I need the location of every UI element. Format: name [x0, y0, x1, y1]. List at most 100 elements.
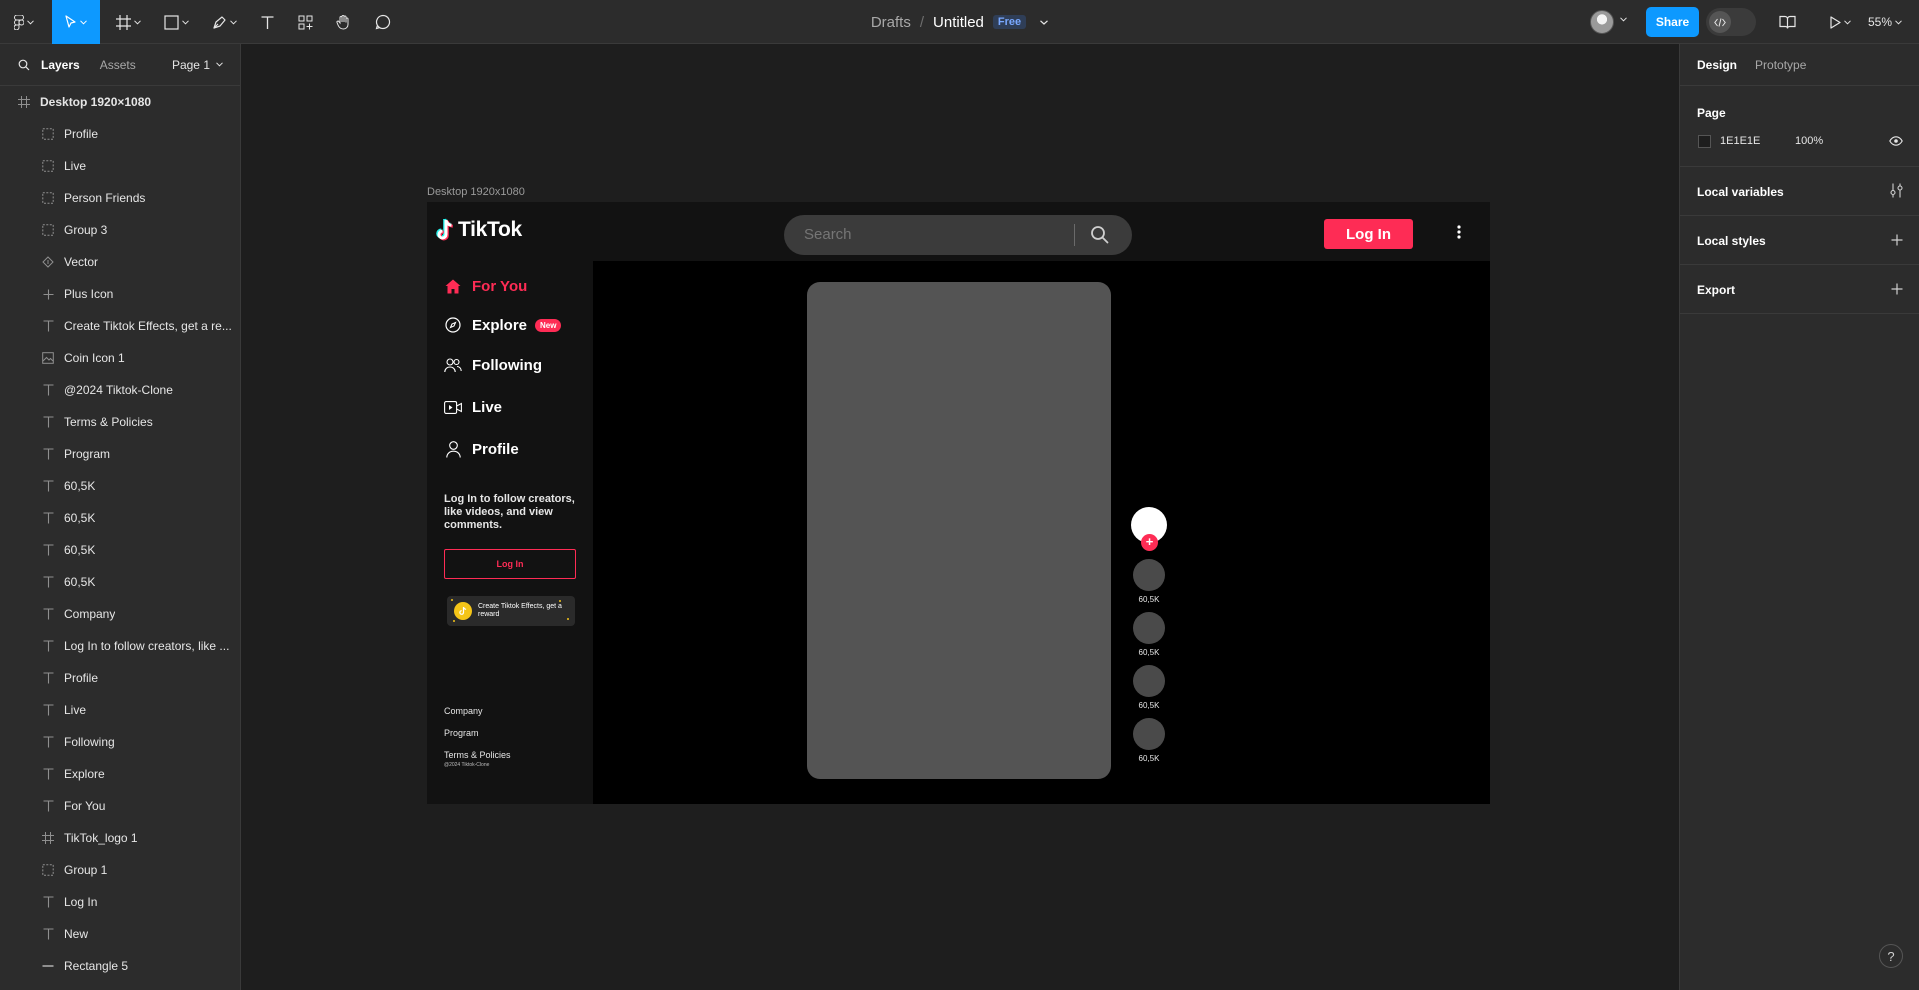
- tiktok-search-input[interactable]: [804, 226, 1064, 243]
- move-tool-button[interactable]: [52, 0, 100, 44]
- layer-row[interactable]: Explore: [0, 758, 240, 790]
- footer-link-company[interactable]: Company: [444, 706, 483, 716]
- text-tool-button[interactable]: [252, 0, 282, 44]
- page-opacity[interactable]: 100%: [1795, 135, 1823, 147]
- nav-live[interactable]: Live: [443, 392, 502, 422]
- page-section: Page 1E1E1E 100%: [1680, 86, 1919, 167]
- layer-row[interactable]: TikTok_logo 1: [0, 822, 240, 854]
- layer-row[interactable]: Rectangle 5: [0, 950, 240, 982]
- action-button-share[interactable]: [1133, 718, 1165, 750]
- tab-prototype[interactable]: Prototype: [1755, 58, 1806, 72]
- dev-mode-toggle[interactable]: [1706, 8, 1756, 36]
- footer-link-program[interactable]: Program: [444, 728, 479, 738]
- layer-row[interactable]: Group 3: [0, 214, 240, 246]
- frame-label[interactable]: Desktop 1920x1080: [427, 186, 525, 198]
- tab-assets[interactable]: Assets: [100, 58, 136, 72]
- variables-settings-icon[interactable]: [1890, 183, 1903, 198]
- sparkle-icon: [559, 600, 561, 602]
- layer-row[interactable]: Person Friends: [0, 182, 240, 214]
- layer-row[interactable]: Profile: [0, 662, 240, 694]
- layer-row[interactable]: Plus Icon: [0, 278, 240, 310]
- layer-row[interactable]: 60,5K: [0, 470, 240, 502]
- nav-explore[interactable]: Explore New: [443, 310, 562, 340]
- chevron-down-icon[interactable]: [1620, 17, 1627, 22]
- chevron-down-icon[interactable]: [1040, 19, 1049, 25]
- comment-tool-button[interactable]: [368, 0, 398, 44]
- desktop-frame[interactable]: TikTok Log In For You Explore New: [427, 202, 1490, 804]
- resources-tool-button[interactable]: [290, 0, 320, 44]
- hand-tool-button[interactable]: [328, 0, 358, 44]
- chevron-down-icon[interactable]: [216, 62, 223, 67]
- plan-badge[interactable]: Free: [992, 15, 1027, 29]
- layer-name: Following: [64, 735, 115, 749]
- layer-row[interactable]: Create Tiktok Effects, get a re...: [0, 310, 240, 342]
- layer-row[interactable]: Live: [0, 694, 240, 726]
- nav-following[interactable]: Following: [443, 350, 542, 380]
- layer-row[interactable]: Log In: [0, 886, 240, 918]
- layer-row[interactable]: 60,5K: [0, 502, 240, 534]
- tiktok-logo[interactable]: TikTok: [435, 218, 522, 242]
- search-icon[interactable]: [1090, 225, 1109, 244]
- eye-icon[interactable]: [1889, 136, 1903, 146]
- add-style-plus-icon[interactable]: [1891, 234, 1903, 246]
- page-color-hex[interactable]: 1E1E1E: [1720, 135, 1760, 147]
- search-icon[interactable]: [18, 59, 30, 71]
- main-menu-button[interactable]: [6, 0, 42, 44]
- follow-plus-button[interactable]: +: [1141, 534, 1158, 551]
- layer-name: Terms & Policies: [64, 415, 153, 429]
- layer-row[interactable]: Following: [0, 726, 240, 758]
- layer-name: 60,5K: [64, 575, 96, 589]
- page-selector[interactable]: Page 1: [172, 58, 210, 72]
- export-heading: Export: [1697, 283, 1736, 297]
- layer-row[interactable]: Profile: [0, 118, 240, 150]
- help-button[interactable]: ?: [1879, 944, 1903, 968]
- breadcrumb-drafts[interactable]: Drafts: [871, 14, 911, 31]
- layer-row[interactable]: Company: [0, 598, 240, 630]
- layer-row[interactable]: Terms & Policies: [0, 406, 240, 438]
- compass-icon: [445, 317, 461, 333]
- person-icon: [445, 440, 461, 458]
- action-button-comment[interactable]: [1133, 612, 1165, 644]
- text-icon: [41, 895, 55, 909]
- tiktok-search-bar: [784, 215, 1132, 255]
- layer-row[interactable]: 60,5K: [0, 566, 240, 598]
- action-button-save[interactable]: [1133, 665, 1165, 697]
- action-button-like[interactable]: [1133, 559, 1165, 591]
- layer-row[interactable]: Desktop 1920×1080: [0, 86, 240, 118]
- page-color-swatch[interactable]: [1698, 135, 1711, 148]
- layer-row[interactable]: Group 1: [0, 854, 240, 886]
- file-title[interactable]: Untitled: [933, 14, 984, 31]
- video-placeholder[interactable]: [807, 282, 1111, 779]
- share-button[interactable]: Share: [1646, 7, 1699, 37]
- avatar[interactable]: [1590, 10, 1614, 34]
- shape-tool-button[interactable]: [156, 0, 196, 44]
- tiktok-login-button[interactable]: Log In: [1324, 219, 1413, 249]
- layer-row[interactable]: New: [0, 918, 240, 950]
- layer-row[interactable]: Log In to follow creators, like ...: [0, 630, 240, 662]
- layer-row[interactable]: For You: [0, 790, 240, 822]
- nav-for-you[interactable]: For You: [443, 271, 527, 301]
- layer-row[interactable]: Live: [0, 150, 240, 182]
- footer-link-terms[interactable]: Terms & Policies: [444, 750, 511, 760]
- tab-design[interactable]: Design: [1697, 58, 1737, 72]
- layer-row[interactable]: 60,5K: [0, 534, 240, 566]
- layer-row[interactable]: Coin Icon 1: [0, 342, 240, 374]
- layer-row[interactable]: Vector: [0, 246, 240, 278]
- effects-promo-card[interactable]: Create Tiktok Effects, get a reward: [447, 596, 575, 626]
- frame-tool-button[interactable]: [108, 0, 148, 44]
- present-button[interactable]: [1822, 0, 1858, 44]
- library-button[interactable]: [1772, 0, 1802, 44]
- nav-label: Profile: [472, 440, 519, 458]
- zoom-control[interactable]: 55%: [1868, 0, 1902, 44]
- add-export-plus-icon[interactable]: [1891, 283, 1903, 295]
- group-icon: [41, 127, 55, 141]
- action-count: 60,5K: [1138, 754, 1160, 763]
- pen-tool-button[interactable]: [204, 0, 244, 44]
- nav-profile[interactable]: Profile: [443, 434, 519, 464]
- layer-row[interactable]: Program: [0, 438, 240, 470]
- layer-name: Explore: [64, 767, 105, 781]
- layer-row[interactable]: @2024 Tiktok-Clone: [0, 374, 240, 406]
- sidebar-login-button[interactable]: Log In: [444, 549, 576, 579]
- more-vertical-icon[interactable]: [1457, 225, 1461, 239]
- tab-layers[interactable]: Layers: [41, 58, 80, 72]
